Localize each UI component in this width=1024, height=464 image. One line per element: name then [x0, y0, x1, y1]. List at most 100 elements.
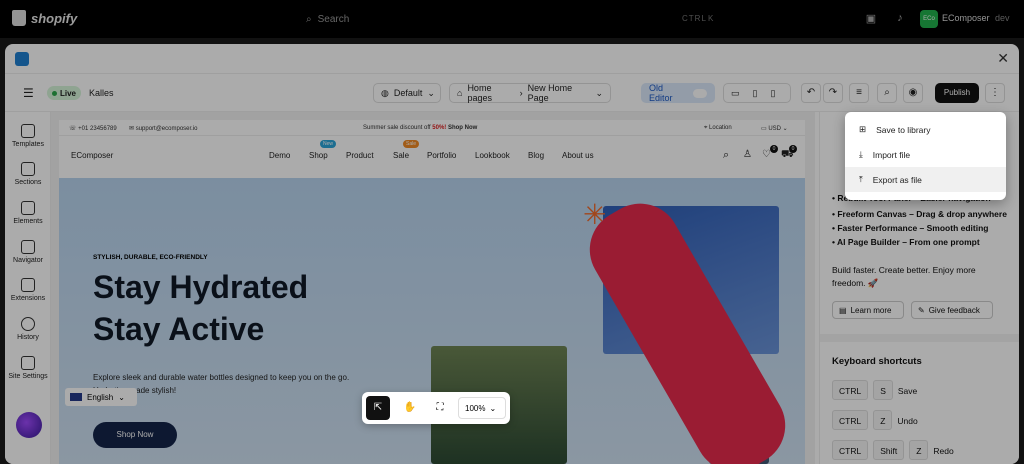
zoom-select[interactable]: 100% ⌄	[458, 397, 506, 419]
sidebar-item-extensions[interactable]: Extensions	[5, 278, 51, 302]
desktop-icon[interactable]: ▭	[731, 88, 740, 99]
learn-more-button[interactable]: ▤ Learn more	[832, 301, 904, 319]
give-feedback-button[interactable]: ✎ Give feedback	[911, 301, 993, 319]
sidebar-item-elements[interactable]: Elements	[5, 201, 51, 225]
menu-label: Save to library	[876, 124, 931, 135]
currency-select[interactable]: ▭ USD ⌄	[761, 125, 788, 132]
mobile-icon[interactable]: ▯	[770, 88, 775, 99]
hero-eyebrow: STYLISH, DURABLE, ECO-FRIENDLY	[93, 254, 208, 261]
site-header: EComposer Demo Shop New Product Sale Sal…	[59, 136, 805, 178]
search-placeholder: Search	[317, 13, 350, 25]
shop-now-button[interactable]: Shop Now	[93, 422, 177, 448]
key-cap: CTRL	[832, 440, 869, 460]
shop-now-link[interactable]: Shop Now	[448, 125, 477, 131]
nav-shop[interactable]: Shop	[309, 151, 328, 160]
page-type-label: Home pages	[467, 83, 492, 103]
more-options-menu: ⊞ Save to library ⤓ Import file ⤒ Export as…	[845, 112, 1006, 200]
search-icon[interactable]: ⌕	[723, 149, 729, 162]
settings-sliders-button[interactable]: ≡	[849, 83, 869, 103]
menu-label: Import file	[872, 149, 911, 160]
nav-about[interactable]: About us	[562, 151, 594, 160]
shopify-bag-icon	[12, 10, 26, 26]
fit-screen-button[interactable]: ⛶	[428, 396, 452, 420]
ecomposer-logo-icon	[15, 52, 29, 66]
feedback-icon: ✎	[918, 305, 925, 315]
pointer-tool-button[interactable]: ⇱	[366, 396, 390, 420]
save-library-icon: ⊞	[859, 124, 867, 134]
publish-button[interactable]: Publish	[935, 83, 979, 103]
inbox-icon[interactable]: ▣	[864, 12, 878, 26]
chevron-down-icon: ⌄	[595, 87, 603, 98]
search-icon: ⌕	[306, 13, 312, 25]
sale-badge: Sale	[403, 140, 420, 148]
feature-list: • Freeform Canvas – Drag & drop anywhere…	[832, 208, 1008, 249]
announcement-text: Summer sale discount off 50%! Shop Now	[363, 125, 478, 131]
ai-assistant-orb[interactable]	[16, 412, 42, 438]
panel-tagline: Build faster. Create better. Enjoy more …	[832, 265, 976, 288]
sidebar-item-history[interactable]: History	[5, 317, 51, 341]
give-feedback-label: Give feedback	[928, 305, 980, 315]
undo-button[interactable]: ↶	[801, 83, 821, 103]
feature-item: • AI Page Builder – From one prompt	[832, 237, 980, 247]
menu-item-save-library[interactable]: ⊞ Save to library	[845, 117, 1006, 142]
app-name[interactable]: EComposer	[942, 13, 990, 23]
key-cap: Z	[909, 440, 929, 460]
page-name-label: New Home Page	[527, 83, 573, 103]
preview-eye-button[interactable]: ◉	[903, 83, 923, 103]
left-sidebar: Templates Sections Elements Navigator Ex…	[5, 112, 51, 464]
shortcut-k: K	[708, 14, 714, 23]
nav-product[interactable]: Product	[346, 151, 374, 160]
hero-title: Stay Hydrated Stay Active	[93, 269, 309, 347]
toggle-switch[interactable]	[692, 88, 707, 98]
more-options-button[interactable]: ⋮	[985, 83, 1005, 103]
hamburger-icon[interactable]: ☰	[23, 86, 34, 100]
learn-more-label: Learn more	[850, 305, 892, 315]
app-avatar[interactable]: ECo	[920, 10, 938, 28]
page-select[interactable]: ⌂ Home pages › New Home Page ⌄	[449, 83, 611, 103]
templates-icon	[21, 124, 35, 138]
live-dot-icon	[52, 90, 57, 96]
history-icon	[21, 317, 35, 331]
close-icon[interactable]: ✕	[997, 50, 1009, 67]
key-cap: CTRL	[832, 380, 869, 400]
hand-tool-button[interactable]: ✋	[398, 396, 422, 420]
menu-item-import[interactable]: ⤓ Import file	[845, 142, 1006, 167]
bell-icon[interactable]: ♪	[893, 12, 907, 26]
menu-item-export[interactable]: ⤒ Export as file	[845, 167, 1006, 192]
elements-icon	[21, 201, 35, 215]
site-logo[interactable]: EComposer	[71, 151, 113, 160]
shopify-logo[interactable]: shopify	[12, 10, 77, 26]
nav-lookbook[interactable]: Lookbook	[475, 151, 510, 160]
sidebar-label: Templates	[12, 141, 44, 148]
shortcut-row-redo: CTRL Shift Z Redo	[832, 440, 954, 460]
wishlist-count: 0	[770, 145, 778, 153]
nav-blog[interactable]: Blog	[528, 151, 544, 160]
location-select[interactable]: ⌖ Location	[704, 125, 732, 132]
brush-icon	[21, 356, 35, 370]
sidebar-item-templates[interactable]: Templates	[5, 124, 51, 148]
nav-demo[interactable]: Demo	[269, 151, 290, 160]
user-icon[interactable]: ♙	[743, 149, 752, 160]
sidebar-label: Sections	[14, 179, 42, 186]
nav-portfolio[interactable]: Portfolio	[427, 151, 456, 160]
shortcut-row-undo: CTRL Z Undo	[832, 410, 918, 430]
tablet-icon[interactable]: ▯	[753, 88, 758, 99]
redo-button[interactable]: ↷	[823, 83, 843, 103]
template-select[interactable]: ◍ Default ⌄	[373, 83, 441, 103]
old-editor-label: Old Editor	[649, 83, 673, 103]
sidebar-item-navigator[interactable]: Navigator	[5, 240, 51, 264]
menu-label: Export as file	[872, 174, 922, 185]
editor-window: ✕ ☰ Live Kalles ◍ Default ⌄ ⌂ Home pages › Ne…	[5, 44, 1019, 464]
old-editor-toggle[interactable]: Old Editor	[641, 83, 715, 103]
sidebar-label: Elements	[13, 218, 43, 225]
nav-sale[interactable]: Sale	[393, 151, 409, 160]
key-cap: Shift	[873, 440, 905, 460]
sidebar-item-sections[interactable]: Sections	[5, 162, 51, 186]
inspect-button[interactable]: ⌕	[877, 83, 897, 103]
feature-item: • Freeform Canvas – Drag & drop anywhere	[832, 209, 1007, 219]
sidebar-item-site-settings[interactable]: Site Settings	[5, 356, 51, 380]
editor-toolbar: ☰ Live Kalles ◍ Default ⌄ ⌂ Home pages › New …	[5, 74, 1019, 112]
language-select[interactable]: English ⌄	[65, 388, 137, 406]
key-cap: S	[873, 380, 893, 400]
search-input[interactable]: ⌕ Search	[296, 8, 736, 30]
